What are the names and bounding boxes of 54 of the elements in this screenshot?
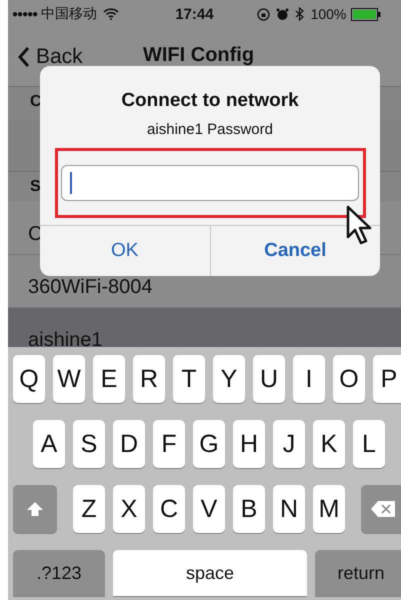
up-arrow-icon: [26, 501, 44, 517]
back-button[interactable]: Back: [18, 45, 83, 69]
key[interactable]: Y: [213, 355, 245, 403]
key[interactable]: E: [93, 355, 125, 403]
key[interactable]: Q: [13, 355, 45, 403]
section-header: C: [30, 93, 42, 111]
nav-title: WIFI Config: [143, 44, 254, 67]
key[interactable]: R: [133, 355, 165, 403]
text-cursor: [70, 172, 72, 194]
status-time: 17:44: [175, 6, 214, 22]
key[interactable]: T: [173, 355, 205, 403]
key[interactable]: M: [313, 485, 345, 533]
section-header: S: [30, 178, 41, 196]
key[interactable]: S: [73, 420, 105, 468]
key[interactable]: J: [273, 420, 305, 468]
numbers-key[interactable]: .?123: [13, 550, 105, 596]
key[interactable]: V: [193, 485, 225, 533]
dialog-button[interactable]: OK: [40, 226, 210, 276]
dialog-title: Connect to network: [121, 90, 299, 112]
key[interactable]: H: [233, 420, 265, 468]
key[interactable]: C: [153, 485, 185, 533]
dialog-message: aishine1 Password: [147, 121, 273, 138]
key[interactable]: K: [313, 420, 345, 468]
signal-dots: ●●●●●: [12, 8, 38, 20]
password-field[interactable]: [61, 165, 359, 201]
carrier-name: 中国移动: [41, 5, 98, 23]
key[interactable]: W: [53, 355, 85, 403]
alarm-clock-icon: [276, 8, 289, 20]
key[interactable]: P: [373, 355, 401, 403]
mouse-pointer-icon: [346, 205, 374, 247]
shift-key[interactable]: [13, 485, 57, 533]
key[interactable]: F: [153, 420, 185, 468]
key[interactable]: O: [333, 355, 365, 403]
battery-percent: 100%: [310, 6, 346, 22]
key[interactable]: X: [113, 485, 145, 533]
wifi-icon: [103, 8, 120, 20]
rotation-lock-icon: [256, 8, 270, 20]
key[interactable]: I: [293, 355, 325, 403]
chevron-left-icon: [18, 46, 30, 68]
battery-icon: [351, 8, 382, 20]
key[interactable]: U: [253, 355, 285, 403]
key[interactable]: A: [33, 420, 65, 468]
key[interactable]: Z: [73, 485, 105, 533]
key[interactable]: D: [113, 420, 145, 468]
key[interactable]: G: [193, 420, 225, 468]
back-label[interactable]: Back: [36, 45, 83, 69]
key[interactable]: N: [273, 485, 305, 533]
bluetooth-icon: [294, 7, 304, 21]
key[interactable]: B: [233, 485, 265, 533]
backspace-icon: [370, 500, 396, 518]
space-key[interactable]: space: [113, 550, 307, 596]
delete-key[interactable]: [361, 485, 401, 533]
return-key[interactable]: return: [315, 550, 401, 596]
key[interactable]: L: [353, 420, 385, 468]
